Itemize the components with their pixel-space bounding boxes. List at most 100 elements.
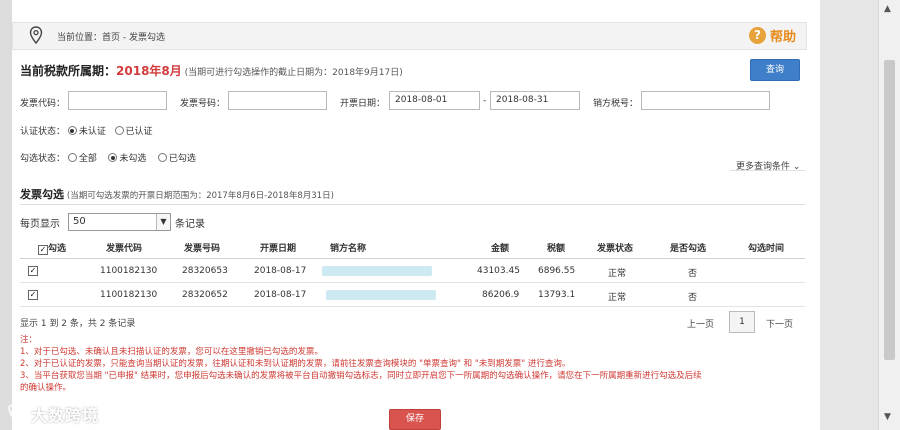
checkbox-checked-icon[interactable]: ✓	[28, 290, 38, 300]
current-page-button[interactable]: 1	[729, 311, 755, 333]
header-select-all[interactable]: ✓ 勾选	[38, 241, 66, 255]
select-status-label: 勾选状态：	[20, 154, 66, 164]
invoice-code-label: 发票代码：	[20, 99, 66, 109]
column-header-status: 发票状态	[597, 244, 634, 254]
more-conditions-divider	[730, 170, 805, 171]
tax-period-row: 当前税款所属期：2018年8月 (当期可进行勾选操作的截止日期为：2018年9月…	[20, 62, 403, 79]
select-option-unselected[interactable]: 未勾选	[108, 153, 147, 164]
breadcrumb-home-link[interactable]: 首页	[102, 33, 120, 43]
checkbox-checked-icon[interactable]: ✓	[38, 245, 48, 255]
column-header-select-time: 勾选时间	[748, 244, 785, 254]
section-header: 发票勾选 (当期可勾选发票的开票日期范围为：2017年8月6日-2018年8月3…	[20, 186, 334, 202]
note-line: 的确认操作。	[20, 383, 72, 393]
column-header-is-selected: 是否勾选	[670, 244, 707, 254]
row-checkbox[interactable]: ✓	[28, 289, 38, 300]
help-icon: ?	[748, 27, 766, 44]
auth-option-label: 已认证	[125, 127, 153, 137]
select-status-row: 勾选状态： 全部 未勾选 已勾选	[20, 151, 196, 164]
select-option-label: 全部	[78, 154, 97, 164]
watermark: 大数跨境	[6, 402, 99, 426]
note-line: 2、对于已认证的发票，只能查询当期认证的发票，往期认证和未到认证期的发票，请前往…	[20, 359, 571, 369]
cell-status: 正常	[608, 269, 627, 279]
column-header-tax: 税额	[547, 244, 566, 254]
breadcrumb-current: 发票勾选	[129, 33, 166, 43]
prev-page-button[interactable]: 上一页	[687, 317, 714, 330]
location-pin-icon	[29, 26, 43, 45]
help-label: 帮助	[769, 30, 796, 45]
next-page-button[interactable]: 下一页	[766, 317, 793, 330]
breadcrumb: 当前位置：首页 - 发票勾选 ? 帮助	[12, 22, 807, 50]
note-line: 1、对于已勾选、未确认且未扫描认证的发票，您可以在这里撤销已勾选的发票。	[20, 347, 323, 357]
note-line: 3、当平台获取您当期 "已申报" 结果时，您申报后勾选未确认的发票将被平台自动撤…	[20, 371, 702, 381]
invoice-number-label: 发票号码：	[180, 99, 226, 109]
cell-seller-name-redacted	[326, 290, 436, 300]
page-size-select[interactable]: 50 ▼	[68, 213, 171, 231]
radio-unchecked-icon[interactable]	[67, 153, 77, 162]
records-summary: 显示 1 到 2 条，共 2 条记录	[20, 319, 136, 329]
radio-unchecked-icon[interactable]	[114, 126, 124, 135]
column-header-number: 发票号码	[184, 244, 221, 254]
breadcrumb-text: 当前位置：首页 - 发票勾选	[57, 30, 165, 43]
watermark-text: 大数跨境	[31, 406, 100, 425]
vertical-scrollbar[interactable]: ▲ ▼	[878, 0, 900, 430]
cell-is-selected: 否	[688, 293, 698, 303]
checkbox-checked-icon[interactable]: ✓	[28, 266, 38, 276]
cell-invoice-date: 2018-08-17	[254, 266, 307, 276]
scroll-up-arrow-icon[interactable]: ▲	[884, 4, 891, 14]
cell-invoice-number: 28320653	[182, 266, 228, 276]
page-size-prefix: 每页显示	[20, 219, 60, 230]
auth-option-label: 未认证	[78, 127, 106, 137]
help-button[interactable]: ? 帮助	[748, 26, 796, 45]
notes-block: 注： 1、对于已勾选、未确认且未扫描认证的发票，您可以在这里撤销已勾选的发票。 …	[20, 334, 810, 394]
chevron-down-icon: ▼	[156, 214, 170, 230]
date-from-input[interactable]: 2018-08-01	[389, 91, 480, 110]
cell-seller-name-redacted	[322, 266, 432, 276]
select-option-label: 未勾选	[119, 154, 147, 164]
auth-option-unverified[interactable]: 未认证	[67, 126, 106, 137]
cell-tax: 6896.55	[538, 266, 576, 276]
tax-period-label: 当前税款所属期：	[20, 64, 117, 78]
seller-tax-input[interactable]	[641, 91, 770, 110]
note-line: 注：	[20, 335, 38, 345]
select-option-selected[interactable]: 已勾选	[157, 153, 196, 164]
date-to-input[interactable]: 2018-08-31	[490, 91, 580, 110]
select-option-all[interactable]: 全部	[67, 153, 97, 164]
invoice-code-input[interactable]	[68, 91, 167, 110]
column-header-select: 勾选	[48, 244, 67, 254]
save-button[interactable]: 保存	[389, 409, 441, 430]
cell-amount: 86206.9	[482, 290, 520, 300]
radio-checked-icon[interactable]	[67, 126, 77, 135]
cell-is-selected: 否	[688, 269, 698, 279]
auth-status-label: 认证状态：	[20, 127, 66, 137]
radio-checked-icon[interactable]	[108, 153, 118, 162]
row-divider	[20, 306, 805, 307]
section-divider	[20, 204, 805, 205]
row-checkbox[interactable]: ✓	[28, 265, 38, 276]
right-gutter	[820, 0, 878, 430]
tax-period-note: (当期可进行勾选操作的截止日期为：2018年9月17日)	[184, 68, 403, 78]
column-header-amount: 金额	[491, 244, 510, 254]
radio-unchecked-icon[interactable]	[157, 153, 167, 162]
cell-tax: 13793.1	[538, 290, 576, 300]
cell-invoice-code: 1100182130	[100, 290, 158, 300]
cell-invoice-date: 2018-08-17	[254, 290, 307, 300]
cell-amount: 43103.45	[477, 266, 520, 276]
breadcrumb-separator: -	[120, 33, 130, 43]
breadcrumb-label: 当前位置：	[57, 33, 103, 43]
auth-status-row: 认证状态： 未认证 已认证	[20, 124, 153, 137]
invoice-number-input[interactable]	[228, 91, 327, 110]
column-header-code: 发票代码	[106, 244, 143, 254]
select-option-label: 已勾选	[168, 154, 196, 164]
invoice-date-label: 开票日期：	[340, 99, 386, 109]
cell-invoice-number: 28320652	[182, 290, 228, 300]
scrollbar-thumb[interactable]	[884, 60, 895, 360]
tax-period-value: 2018年8月	[116, 64, 182, 78]
section-note: (当期可勾选发票的开票日期范围为：2017年8月6日-2018年8月31日)	[66, 191, 334, 201]
page-size-value: 50	[73, 216, 86, 227]
scroll-down-arrow-icon[interactable]: ▼	[884, 412, 891, 422]
page-size-suffix: 条记录	[175, 219, 205, 230]
watermark-logo-icon	[8, 404, 27, 423]
query-button[interactable]: 查询	[750, 59, 800, 81]
auth-option-verified[interactable]: 已认证	[114, 126, 153, 137]
column-header-date: 开票日期	[260, 244, 297, 254]
